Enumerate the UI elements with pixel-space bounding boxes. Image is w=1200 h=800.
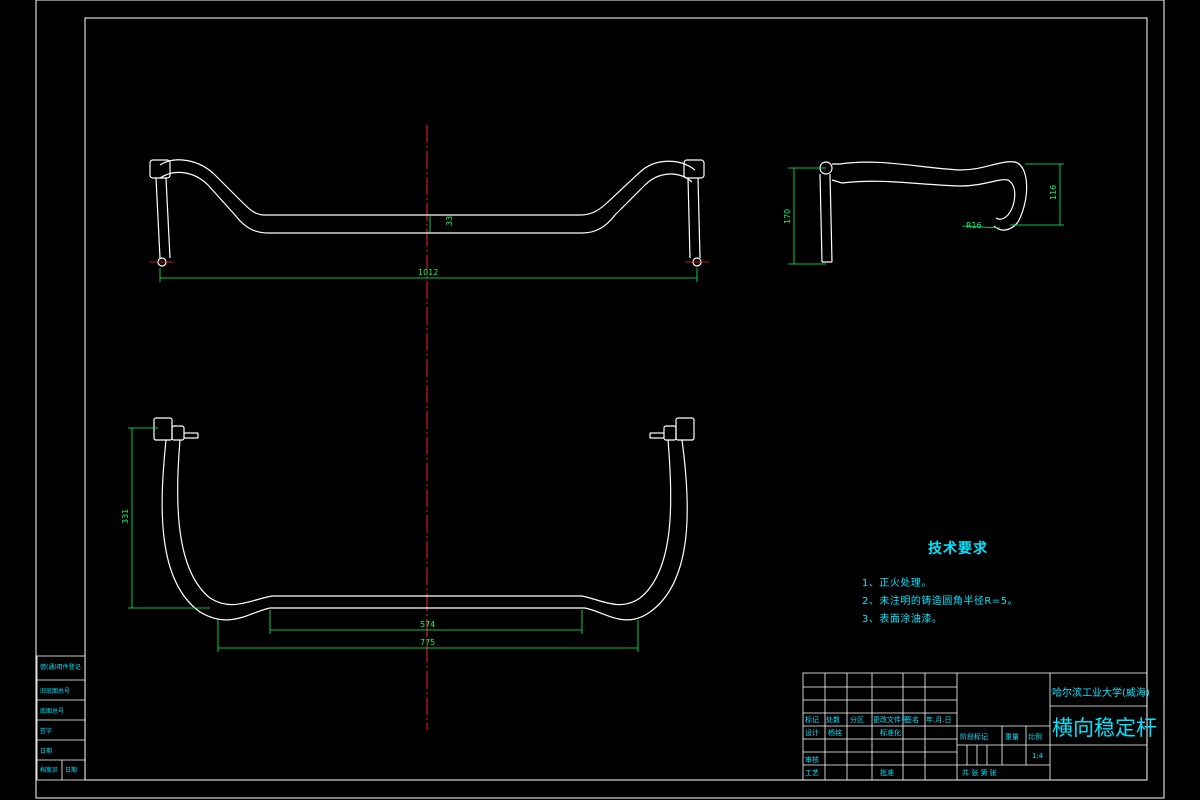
dim-front-width: 1012 xyxy=(418,268,438,277)
tb-qianming: 签名 xyxy=(905,716,919,724)
inner-frame xyxy=(84,17,1148,781)
tb-shenhe: 审核 xyxy=(805,756,819,764)
tb-sheji: 设计 xyxy=(805,729,819,737)
tb-gongzhang: 共 张 第 张 xyxy=(962,769,997,777)
side-row-4: 签字 xyxy=(40,728,53,735)
outer-frame xyxy=(35,0,1165,799)
side-row-3: 底图总号 xyxy=(40,708,65,715)
dim-front-thickness: 33 xyxy=(445,216,454,226)
tb-nianyueri: 年.月.日 xyxy=(926,716,952,724)
dim-top-outer-width: 775 xyxy=(420,638,435,647)
tb-jieduanbiaoji: 阶段标记 xyxy=(960,733,988,741)
tb-zhongliang: 重量 xyxy=(1005,733,1019,741)
side-row-1: 借(通)用件登记 xyxy=(40,664,81,671)
dim-side-right-height: 116 xyxy=(1049,185,1058,200)
top-view: 331 574 775 xyxy=(121,417,695,652)
dim-top-inner-width: 574 xyxy=(420,620,435,629)
drawing-canvas: 33 1012 170 116 R16 331 574 775 xyxy=(35,0,1165,799)
front-view: 33 1012 xyxy=(149,159,709,282)
part-name: 横向稳定杆 xyxy=(1052,716,1157,740)
dim-top-height: 331 xyxy=(121,509,130,524)
side-view: 170 116 R16 xyxy=(783,161,1064,265)
side-last-2: 日期 xyxy=(65,767,78,774)
tb-bili: 比例 xyxy=(1028,733,1042,741)
side-last-1: 档案员 xyxy=(40,767,59,774)
requirement-item-3: 3、表面涂油漆。 xyxy=(862,614,943,625)
tb-chushu: 处数 xyxy=(826,716,840,724)
requirements-title: 技术要求 xyxy=(928,541,988,557)
tb-designer: 杨铭 xyxy=(828,729,842,737)
side-row-2: 旧底图总号 xyxy=(40,688,71,695)
side-row-5: 日期 xyxy=(40,748,53,755)
requirement-item-1: 1、正火处理。 xyxy=(862,578,932,589)
dim-side-height: 170 xyxy=(783,209,792,224)
tb-fenqu: 分区 xyxy=(850,716,864,724)
tb-scale: 1:4 xyxy=(1032,752,1044,760)
tb-biaoji: 标记 xyxy=(805,716,819,724)
school-name: 哈尔滨工业大学(威海) xyxy=(1052,688,1150,699)
tb-biaozhunhua: 标准化 xyxy=(880,729,901,737)
tb-gengaiwenjianhao: 更改文件号 xyxy=(873,716,908,724)
tb-pizhun: 批准 xyxy=(880,769,894,777)
side-table-grid xyxy=(36,655,86,781)
requirement-item-2: 2、未注明的铸造圆角半径R=5。 xyxy=(862,596,1019,607)
tb-gongyi: 工艺 xyxy=(805,769,819,777)
dim-side-radius: R16 xyxy=(966,221,982,230)
